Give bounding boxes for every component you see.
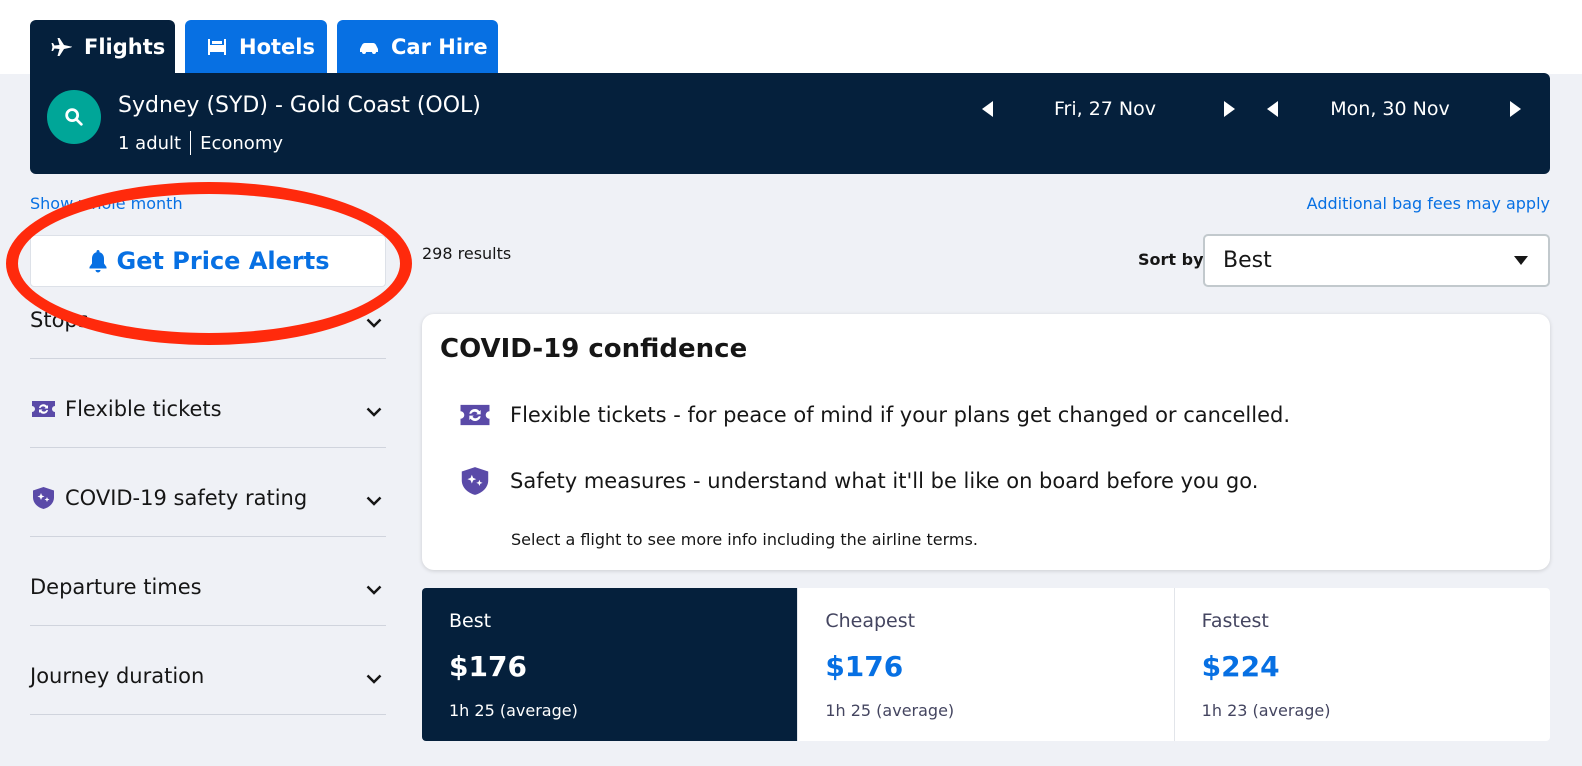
chevron-down-icon xyxy=(366,407,382,417)
filter-stops-label: Stops xyxy=(30,308,89,332)
sort-select-value: Best xyxy=(1223,248,1272,273)
car-icon xyxy=(360,43,378,54)
sort-tab-best[interactable]: Best $176 1h 25 (average) xyxy=(422,588,799,741)
sort-select[interactable]: Best xyxy=(1203,234,1550,287)
shield-icon xyxy=(461,467,489,495)
caret-right-icon xyxy=(1224,101,1235,117)
filter-label: Departure times xyxy=(30,575,202,599)
covid-flexible-text: Flexible tickets - for peace of mind if … xyxy=(510,403,1291,427)
caret-left-icon xyxy=(982,101,993,117)
covid-card-title: COVID-19 confidence xyxy=(440,334,748,364)
shield-icon xyxy=(33,487,54,509)
return-next-button[interactable] xyxy=(1504,98,1526,120)
bag-fees-link[interactable]: Additional bag fees may apply xyxy=(1307,194,1550,213)
filter-departure-label: Departure times xyxy=(30,575,202,599)
sort-tab-duration: 1h 25 (average) xyxy=(449,701,578,720)
caret-right-icon xyxy=(1510,101,1521,117)
covid-note: Select a flight to see more info includi… xyxy=(511,530,978,549)
sort-tab-price: $224 xyxy=(1201,650,1280,683)
sort-tab-name: Fastest xyxy=(1201,610,1269,632)
sort-tab-duration: 1h 25 (average) xyxy=(825,701,955,720)
sort-tab-fastest[interactable]: Fastest $224 1h 23 (average) xyxy=(1175,588,1550,741)
return-prev-button[interactable] xyxy=(1262,98,1284,120)
show-whole-month-link[interactable]: Show whole month xyxy=(30,194,183,213)
covid-confidence-card: COVID-19 confidence Flexible tickets - f… xyxy=(422,314,1550,570)
depart-prev-button[interactable] xyxy=(977,98,999,120)
depart-next-button[interactable] xyxy=(1218,98,1240,120)
filter-label: Journey duration xyxy=(30,664,204,688)
tab-car-hire-label: Car Hire xyxy=(391,35,488,59)
filter-stops[interactable]: Stops xyxy=(30,270,386,359)
search-summary-bar[interactable]: Sydney (SYD) - Gold Coast (OOL) 1 adult … xyxy=(30,73,1550,174)
sort-tab-cheapest[interactable]: Cheapest $176 1h 25 (average) xyxy=(798,588,1175,741)
sort-by-label: Sort by xyxy=(1138,250,1204,269)
filter-departure-times[interactable]: Departure times xyxy=(30,537,386,626)
filter-covid-safety[interactable]: COVID-19 safety rating xyxy=(30,448,386,537)
tab-flights-label: Flights xyxy=(84,35,166,59)
sort-tabs: Best $176 1h 25 (average) Cheapest $176 … xyxy=(422,588,1550,741)
filter-label: COVID-19 safety rating xyxy=(30,486,307,510)
sort-tab-price: $176 xyxy=(825,650,904,683)
filter-covid-label: COVID-19 safety rating xyxy=(65,486,308,510)
covid-safety-text: Safety measures - understand what it'll … xyxy=(510,469,1259,493)
covid-safety-row: Safety measures - understand what it'll … xyxy=(458,466,1258,496)
flexible-ticket-icon xyxy=(460,404,490,426)
filter-flexible-tickets[interactable]: Flexible tickets xyxy=(30,359,386,448)
chevron-down-icon xyxy=(366,674,382,684)
search-button[interactable] xyxy=(47,90,101,144)
chevron-down-icon xyxy=(366,496,382,506)
sort-tab-duration: 1h 23 (average) xyxy=(1201,701,1331,720)
divider xyxy=(190,131,192,155)
chevron-down-icon xyxy=(366,318,382,328)
depart-date[interactable]: Fri, 27 Nov xyxy=(1015,98,1195,120)
sort-tab-price: $176 xyxy=(449,650,527,683)
sort-tab-name: Best xyxy=(449,610,492,632)
results-count: 298 results xyxy=(422,244,512,263)
cabin-text: Economy xyxy=(200,132,283,154)
tab-hotels-label: Hotels xyxy=(239,35,315,59)
filter-label: Stops xyxy=(30,308,89,332)
return-date[interactable]: Mon, 30 Nov xyxy=(1300,98,1480,120)
chevron-down-icon xyxy=(366,585,382,595)
tab-flights[interactable]: Flights xyxy=(30,20,175,74)
route-text: Sydney (SYD) - Gold Coast (OOL) xyxy=(118,93,481,118)
bed-icon xyxy=(208,39,226,55)
search-icon xyxy=(65,108,83,126)
travellers-cabin: 1 adult Economy xyxy=(118,131,283,155)
covid-flexible-row: Flexible tickets - for peace of mind if … xyxy=(458,400,1290,430)
plane-icon xyxy=(51,38,72,56)
filter-flexible-label: Flexible tickets xyxy=(65,397,222,421)
filter-journey-duration[interactable]: Journey duration xyxy=(30,626,386,715)
filter-duration-label: Journey duration xyxy=(30,664,205,688)
sort-tab-name: Cheapest xyxy=(825,610,916,632)
tab-hotels[interactable]: Hotels xyxy=(185,20,327,74)
caret-left-icon xyxy=(1267,101,1278,117)
travellers-text: 1 adult xyxy=(118,132,182,154)
flexible-ticket-icon xyxy=(32,401,55,417)
filter-label: Flexible tickets xyxy=(30,397,222,421)
tab-car-hire[interactable]: Car Hire xyxy=(337,20,498,74)
chevron-down-icon xyxy=(1514,256,1528,265)
